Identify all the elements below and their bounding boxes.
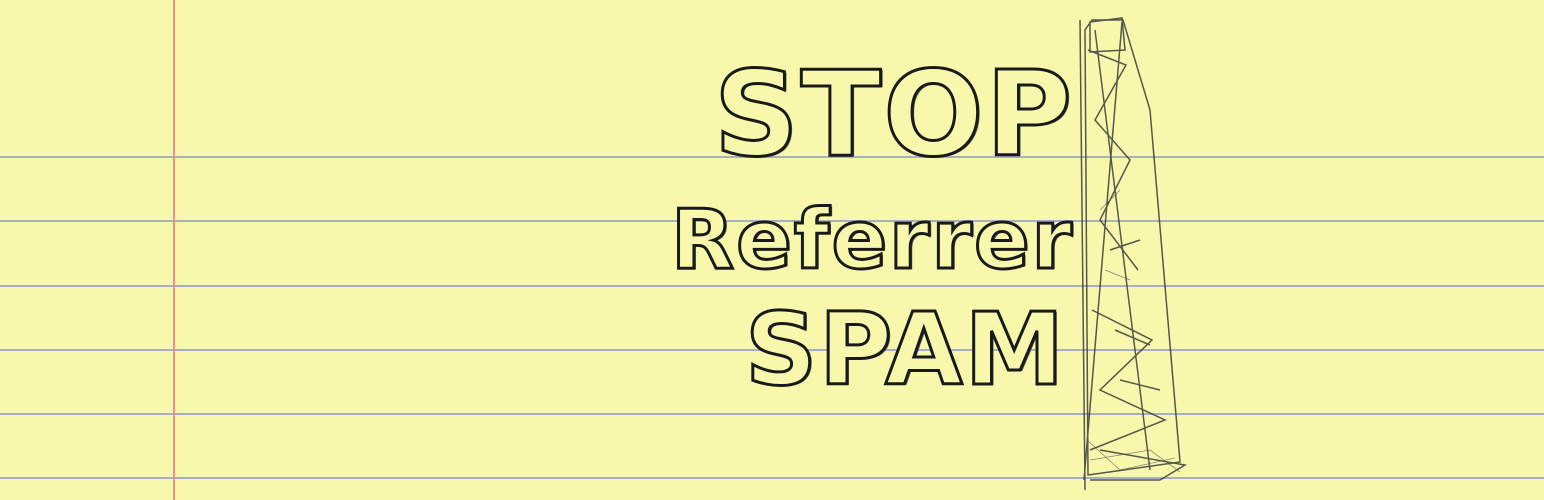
headline-stop: STOP: [712, 45, 1074, 183]
margin-line: [173, 0, 175, 500]
headline-referrer: Referrer: [670, 193, 1074, 288]
plugin-banner: STOP Referrer SPAM: [0, 0, 1544, 500]
ruled-line: [0, 413, 1544, 415]
ruled-line: [0, 477, 1544, 479]
torn-paper-sketch-icon: [1079, 17, 1188, 490]
headline-spam: SPAM: [743, 291, 1066, 408]
